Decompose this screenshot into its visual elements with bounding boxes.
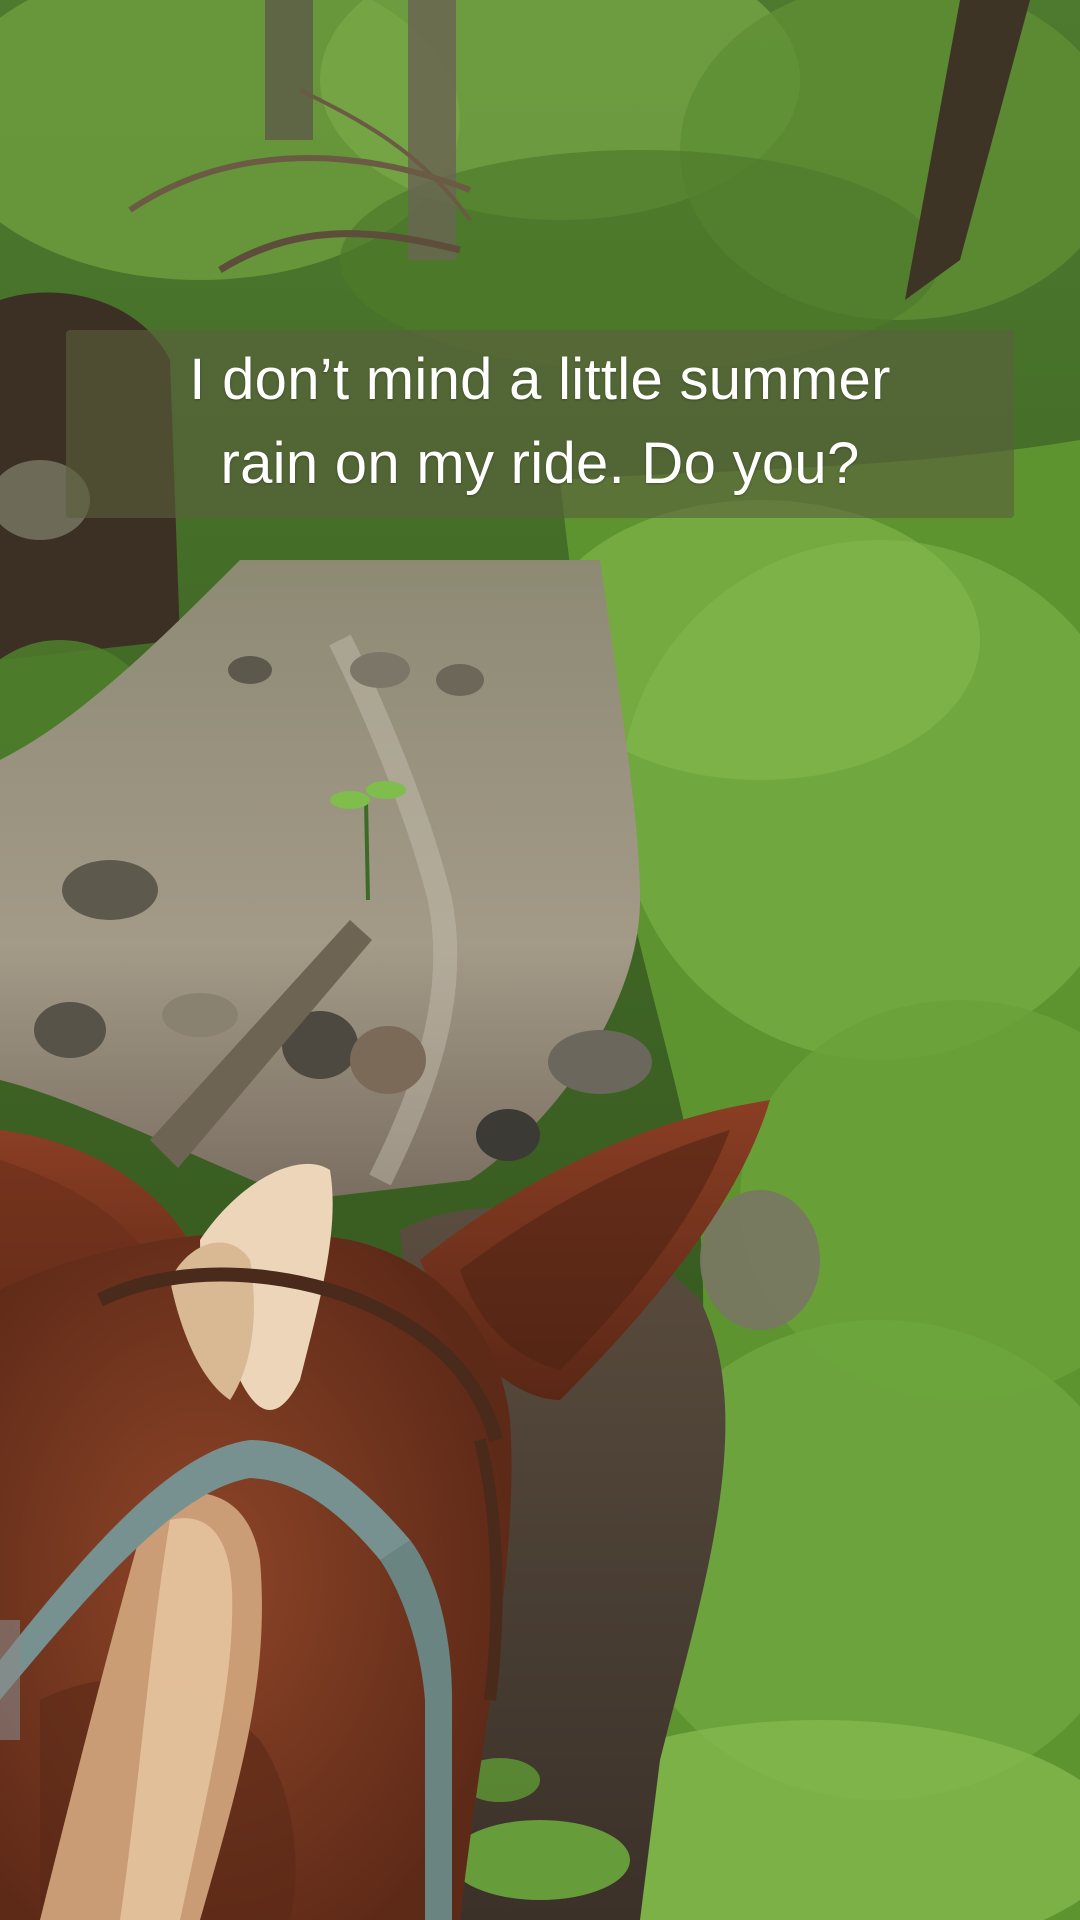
video-frame: I don’t mind a little summer rain on my … <box>0 0 1080 1920</box>
caption-overlay: I don’t mind a little summer rain on my … <box>0 330 1080 518</box>
caption-box: I don’t mind a little summer rain on my … <box>66 330 1014 518</box>
background-photo <box>0 0 1080 1920</box>
caption-line-1: I don’t mind a little summer <box>189 347 891 412</box>
caption-line-2: rain on my ride. Do you? <box>220 431 860 496</box>
